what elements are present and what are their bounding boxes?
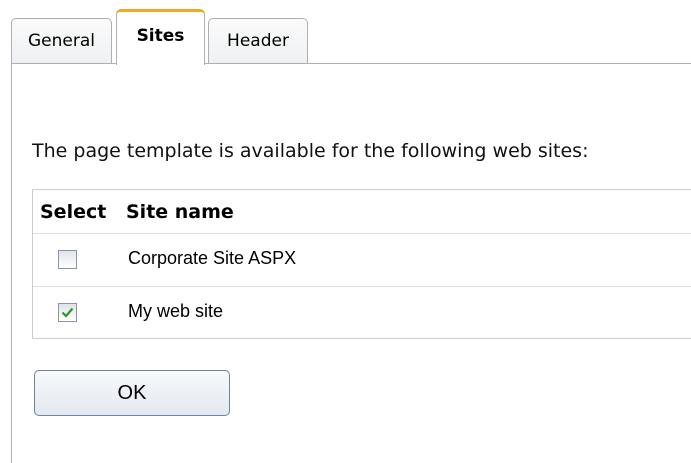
grid-header-row: Select Site name <box>33 190 691 234</box>
ok-button[interactable]: OK <box>34 370 230 416</box>
column-header-select: Select <box>40 201 107 223</box>
intro-text: The page template is available for the f… <box>32 140 589 162</box>
tab-general[interactable]: General <box>11 18 112 64</box>
checkmark-icon <box>61 307 74 318</box>
tab-strip: General Sites Header <box>0 0 691 65</box>
tab-sites[interactable]: Sites <box>116 9 205 65</box>
column-header-site-name: Site name <box>126 201 234 223</box>
table-row: Corporate Site ASPX <box>33 234 691 287</box>
tab-header[interactable]: Header <box>208 18 308 64</box>
site-name-cell: Corporate Site ASPX <box>128 248 297 268</box>
sites-grid: Select Site name Corporate Site ASPX My … <box>32 189 691 339</box>
select-checkbox[interactable] <box>58 303 77 322</box>
select-checkbox[interactable] <box>58 250 77 269</box>
site-name-cell: My web site <box>128 301 224 321</box>
table-row: My web site <box>33 287 691 340</box>
